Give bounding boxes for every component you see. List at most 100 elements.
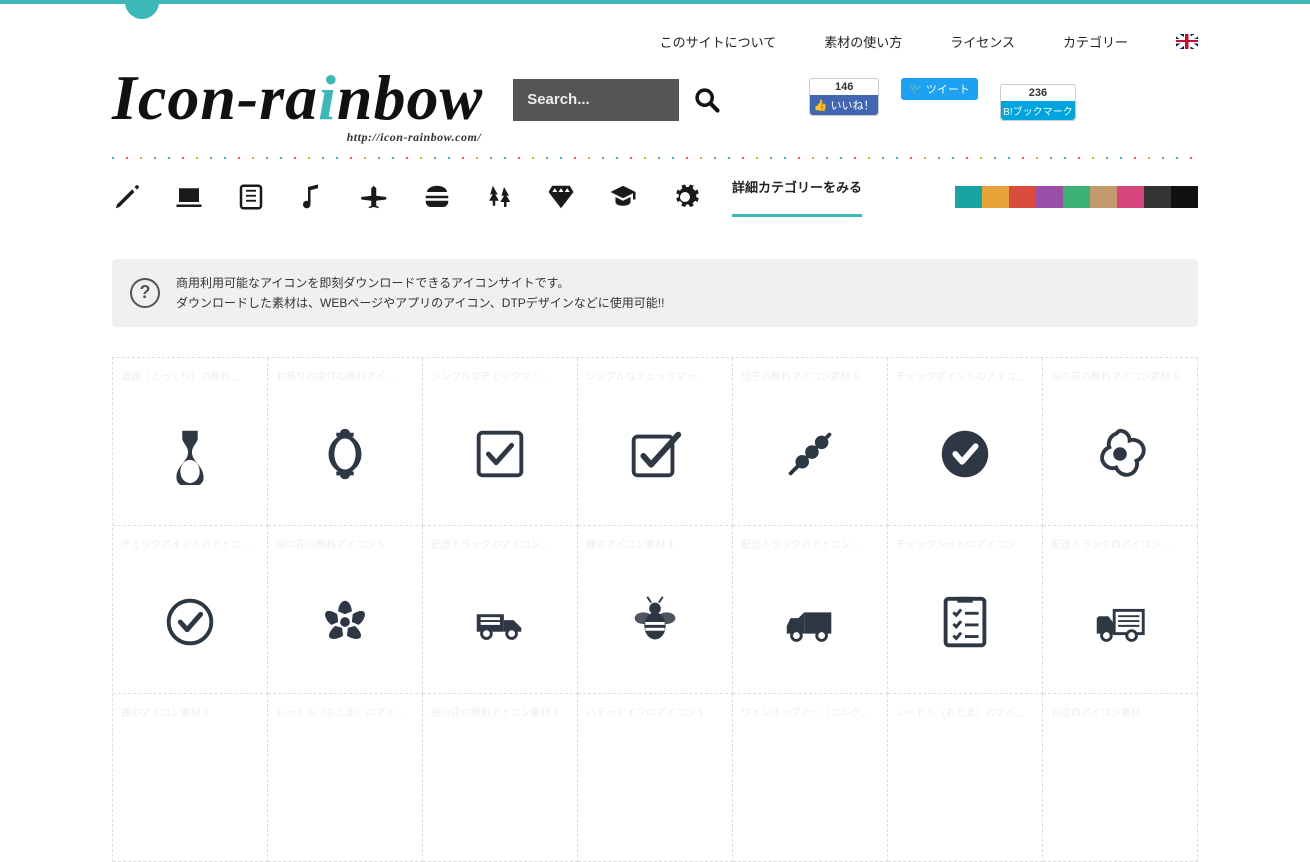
logo-text-pre: Icon-ra [112, 62, 318, 133]
icon-cell[interactable]: ハチーナイフのアイコン 1 [578, 694, 733, 862]
icon-cell[interactable]: シンプルなチェックマー… [423, 358, 578, 526]
notebook-icon[interactable] [236, 182, 266, 212]
palette-swatch-1[interactable] [982, 186, 1009, 208]
music-icon[interactable] [298, 182, 328, 212]
dango-icon [741, 382, 879, 525]
icon-cell[interactable]: シンプルなチェックマー… [578, 358, 733, 526]
icon-title: 配送トラックのアイコン… [1051, 536, 1189, 550]
nav-category[interactable]: カテゴリー [1063, 32, 1128, 51]
icon-title: シンプルなチェックマー… [586, 368, 724, 382]
icon-cell[interactable]: 配送トラックのアイコン… [1043, 526, 1198, 694]
icon-cell[interactable]: チェックポイントのアイコ… [113, 526, 268, 694]
palette-swatch-6[interactable] [1117, 186, 1144, 208]
icon-title: 蜂のアイコン素材 1 [586, 536, 724, 550]
icon-cell[interactable]: 桜の花の無料アイコン素材 5 [1043, 358, 1198, 526]
palette-swatch-7[interactable] [1144, 186, 1171, 208]
sakura-icon [276, 550, 414, 693]
language-flag-uk[interactable] [1176, 34, 1198, 49]
checklist-icon [896, 550, 1034, 693]
color-palette [955, 186, 1198, 208]
gear-icon[interactable] [670, 182, 700, 212]
icon-cell[interactable]: 桜の花の無料アイコン素材 6 [423, 694, 578, 862]
icon-title: お皿のアイコン素材 [1051, 704, 1189, 718]
icon-cell[interactable]: ワインオープナー（コルク… [733, 694, 888, 862]
category-row: 詳細カテゴリーをみる [112, 177, 1198, 217]
diamond-icon[interactable] [546, 182, 576, 212]
icon-cell[interactable]: 酒器（とっくり）の無料… [113, 358, 268, 526]
icon-title: レードル（おたま）のアイ… [896, 704, 1034, 718]
palette-swatch-3[interactable] [1036, 186, 1063, 208]
trees-icon[interactable] [484, 182, 514, 212]
icon-grid: 酒器（とっくり）の無料… お祭りの提灯の無料アイ… シンプルなチェックマー… シンプル… [112, 357, 1198, 862]
facebook-count: 146 [810, 79, 878, 95]
tokkuri-icon [121, 382, 259, 525]
nav-license[interactable]: ライセンス [950, 32, 1015, 51]
icon-title: 配送トラックのアイコン… [431, 536, 569, 550]
palette-swatch-4[interactable] [1063, 186, 1090, 208]
truck3-icon [1051, 550, 1189, 693]
facebook-like-label: 👍 いいね！ [810, 95, 878, 115]
icon-cell[interactable]: お皿のアイコン素材 [1043, 694, 1198, 862]
palette-swatch-5[interactable] [1090, 186, 1117, 208]
truck1-icon [431, 550, 569, 693]
facebook-like-box[interactable]: 146 👍 いいね！ [809, 78, 879, 116]
icon-cell[interactable]: お祭りの提灯の無料アイ… [268, 358, 423, 526]
icon-title: レードル（おたま）のアイ… [276, 704, 414, 718]
checkbox2-icon [586, 382, 724, 525]
info-line1: 商用利用可能なアイコンを即刻ダウンロードできるアイコンサイトです。 [176, 273, 664, 293]
icon-cell[interactable]: チェックシートのアイコン [888, 526, 1043, 694]
icon-title: ハチーナイフのアイコン 1 [586, 704, 724, 718]
search-icon[interactable] [693, 86, 721, 114]
palette-swatch-8[interactable] [1171, 186, 1198, 208]
nav-howto[interactable]: 素材の使い方 [824, 32, 902, 51]
icon-cell[interactable]: 配送トラックのアイコン… [733, 526, 888, 694]
pencil-icon[interactable] [112, 182, 142, 212]
icon-cell[interactable]: 蜂のアイコン素材 1 [578, 526, 733, 694]
icon-cell[interactable]: レードル（おたま）のアイ… [268, 694, 423, 862]
help-icon: ? [130, 278, 160, 308]
icon-title: 酒器（とっくり）の無料… [121, 368, 259, 382]
checkbox1-icon [431, 382, 569, 525]
icon-cell[interactable]: レードル（おたま）のアイ… [888, 694, 1043, 862]
icon-title: 桜の花の無料アイコン素材 5 [1051, 368, 1189, 382]
logo-text-post: nbow [337, 62, 483, 133]
icon-cell[interactable]: 蜂のアイコン素材 2 [113, 694, 268, 862]
icon-title: チェックシートのアイコン [896, 536, 1034, 550]
laptop-icon[interactable] [174, 182, 204, 212]
icon-title: 桜の花の無料アイコン素材 6 [431, 704, 569, 718]
logo-subtitle: http://icon-rainbow.com/ [347, 130, 482, 145]
truck2-icon [741, 550, 879, 693]
hatena-bookmark-box[interactable]: 236 B!ブックマーク [1000, 84, 1076, 121]
icon-title: チェックポイントのアイコ… [121, 536, 259, 550]
burger-icon[interactable] [422, 182, 452, 212]
icon-title: 配送トラックのアイコン… [741, 536, 879, 550]
plane-icon[interactable] [360, 182, 390, 212]
info-line2: ダウンロードした素材は、WEBページやアプリのアイコン、DTPデザインなどに使用… [176, 293, 664, 313]
dotted-divider [112, 157, 1198, 159]
twitter-tweet-button[interactable]: 🐦ツイート [901, 78, 978, 100]
site-logo[interactable]: Icon-rainbow http://icon-rainbow.com/ [112, 69, 483, 127]
social-row: 146 👍 いいね！ 🐦ツイート 236 B!ブックマーク [809, 78, 1076, 121]
search-input[interactable] [513, 79, 679, 121]
checkfill-icon [896, 382, 1034, 525]
brand-row: Icon-rainbow http://icon-rainbow.com/ 14… [112, 69, 1198, 127]
logo-dot: i [318, 62, 337, 133]
bee-icon [586, 550, 724, 693]
icon-cell[interactable]: チェックポイントのアイコ… [888, 358, 1043, 526]
info-box: ? 商用利用可能なアイコンを即刻ダウンロードできるアイコンサイトです。 ダウンロ… [112, 259, 1198, 328]
icon-cell[interactable]: 配送トラックのアイコン… [423, 526, 578, 694]
palette-swatch-2[interactable] [1009, 186, 1036, 208]
icon-title: 桜の花の無料アイコン 5 [276, 536, 414, 550]
nav-about[interactable]: このサイトについて [660, 32, 777, 51]
lantern-icon [276, 382, 414, 525]
hatena-label: B!ブックマーク [1001, 101, 1075, 120]
icon-cell[interactable]: 桜の花の無料アイコン 5 [268, 526, 423, 694]
palette-swatch-0[interactable] [955, 186, 982, 208]
search-wrap [513, 79, 721, 121]
icon-cell[interactable]: 団子の無料アイコン素材 5 [733, 358, 888, 526]
icon-title: ワインオープナー（コルク… [741, 704, 879, 718]
top-accent-bar [0, 0, 1310, 4]
detailed-category-link[interactable]: 詳細カテゴリーをみる [732, 177, 862, 217]
icon-title: シンプルなチェックマー… [431, 368, 569, 382]
graduation-icon[interactable] [608, 182, 638, 212]
